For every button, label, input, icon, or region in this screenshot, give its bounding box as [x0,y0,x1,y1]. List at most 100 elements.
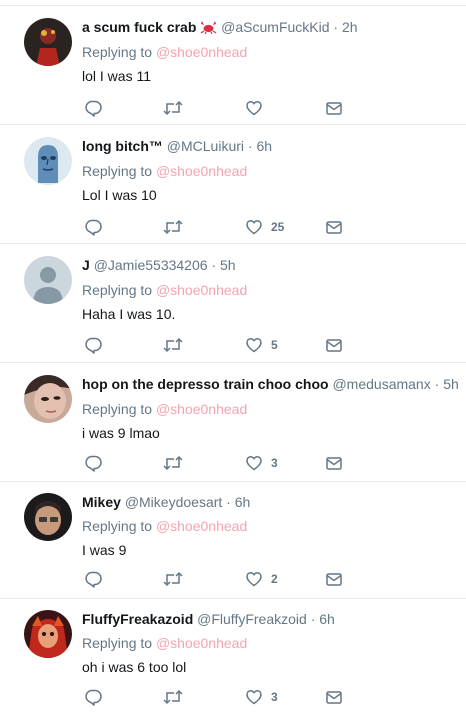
avatar[interactable] [24,18,72,66]
timestamp[interactable]: 6h [256,138,272,154]
separator-dot: · [310,611,316,627]
timestamp[interactable]: 2h [342,19,358,35]
retweet-button[interactable] [163,569,183,589]
replying-to-label: Replying to [82,44,153,60]
timestamp[interactable]: 5h [443,376,459,392]
timestamp[interactable]: 6h [319,611,335,627]
like-button[interactable]: 25 [245,217,284,237]
message-button[interactable] [325,98,343,118]
handle[interactable]: @MCLuikuri [167,138,244,154]
message-button[interactable] [325,335,343,355]
retweet-icon [163,689,183,705]
tweet-text: i was 9 lmao [82,425,160,441]
display-name[interactable]: a scum fuck crab [82,19,196,35]
tweet-text: I was 9 [82,542,127,558]
avatar[interactable] [24,375,72,423]
timestamp[interactable]: 6h [235,494,251,510]
handle[interactable]: @aScumFuckKid [221,19,329,35]
tweet-text: oh i was 6 too lol [82,659,187,675]
message-button[interactable] [325,687,343,707]
reply-tweet[interactable]: J @Jamie55334206 · 5h Replying to @shoe0… [0,245,466,363]
mention-link[interactable]: @shoe0nhead [156,401,247,417]
reply-icon [85,689,102,706]
reply-icon [85,455,102,472]
separator-dot: · [434,376,440,392]
reply-tweet[interactable]: long bitch™ @MCLuikuri · 6h Replying to … [0,126,466,244]
reply-button[interactable] [84,453,102,473]
like-button[interactable]: 3 [245,687,278,707]
reply-icon [85,571,102,588]
replying-to-label: Replying to [82,282,153,298]
mention-link[interactable]: @shoe0nhead [156,44,247,60]
avatar[interactable] [24,256,72,304]
avatar[interactable] [24,137,72,185]
message-icon [326,573,342,586]
message-icon [326,221,342,234]
like-count: 5 [271,338,278,352]
retweet-button[interactable] [163,687,183,707]
like-button[interactable] [245,98,271,118]
reply-tweet[interactable]: FluffyFreakazoid @FluffyFreakzoid · 6h R… [0,600,466,714]
handle[interactable]: @Jamie55334206 [94,257,208,273]
display-name[interactable]: FluffyFreakazoid [82,611,193,627]
retweet-icon [163,219,183,235]
timestamp[interactable]: 5h [220,257,236,273]
display-name[interactable]: Mikey [82,494,121,510]
like-button[interactable]: 3 [245,453,278,473]
tweet-text: Lol I was 10 [82,187,157,203]
message-button[interactable] [325,453,343,473]
reply-tweet[interactable]: Mikey @Mikeydoesart · 6h Replying to @sh… [0,482,466,599]
retweet-icon [163,455,183,471]
display-name[interactable]: long bitch™ [82,138,163,154]
reply-button[interactable] [84,335,102,355]
like-icon [246,571,262,587]
message-button[interactable] [325,569,343,589]
message-icon [326,457,342,470]
display-name[interactable]: hop on the depresso train choo choo [82,376,329,392]
separator-dot: · [247,138,253,154]
retweet-button[interactable] [163,217,183,237]
reply-button[interactable] [84,569,102,589]
like-count: 3 [271,456,278,470]
reply-icon [85,337,102,354]
retweet-button[interactable] [163,453,183,473]
avatar[interactable] [24,610,72,658]
message-icon [326,102,342,115]
like-icon [246,100,262,116]
like-count: 3 [271,690,278,704]
handle[interactable]: @Mikeydoesart [125,494,222,510]
like-count: 25 [271,220,285,234]
handle[interactable]: @medusamanx [332,376,430,392]
reply-tweet[interactable]: a scum fuck crab @aScumFuckKid · 2h Repl… [0,7,466,125]
retweet-button[interactable] [163,98,183,118]
retweet-icon [163,337,183,353]
reply-button[interactable] [84,217,102,237]
reply-button[interactable] [84,98,102,118]
tweet-text: lol I was 11 [82,68,151,84]
reply-icon [85,219,102,236]
like-button[interactable]: 5 [245,335,278,355]
like-icon [246,337,262,353]
display-name[interactable]: J [82,257,90,273]
separator-dot: · [211,257,217,273]
retweet-icon [163,571,183,587]
reply-icon [85,100,102,117]
handle[interactable]: @FluffyFreakzoid [197,611,307,627]
replying-to-label: Replying to [82,635,153,651]
crab-emoji [200,20,217,38]
replying-to-label: Replying to [82,518,153,534]
like-button[interactable]: 2 [245,569,278,589]
message-icon [326,339,342,352]
mention-link[interactable]: @shoe0nhead [156,282,247,298]
reply-button[interactable] [84,687,102,707]
mention-link[interactable]: @shoe0nhead [156,163,247,179]
message-button[interactable] [325,217,343,237]
mention-link[interactable]: @shoe0nhead [156,635,247,651]
retweet-button[interactable] [163,335,183,355]
reply-tweet[interactable]: hop on the depresso train choo choo @med… [0,364,466,482]
retweet-icon [163,100,183,116]
mention-link[interactable]: @shoe0nhead [156,518,247,534]
like-count: 2 [271,572,278,586]
separator-dot: · [333,19,339,35]
avatar[interactable] [24,493,72,541]
